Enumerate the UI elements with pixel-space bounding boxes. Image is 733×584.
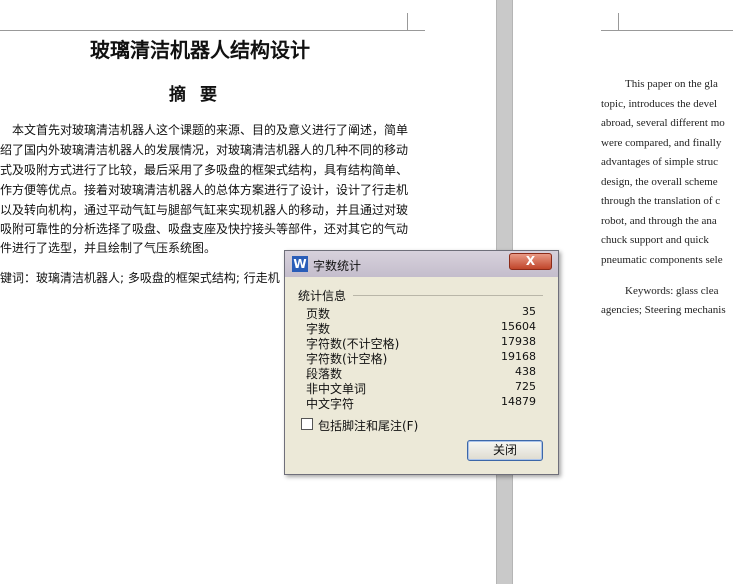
abstract-heading: 摘要 <box>169 85 231 105</box>
group-divider <box>353 295 543 296</box>
stat-row-chinese-chars: 中文字符 14879 <box>306 395 536 411</box>
english-keywords-line: agencies; Steering mechanis <box>601 304 726 316</box>
keywords-line: 关键词：玻璃清洁机器人; 多吸盘的框架式结构; 行走机 <box>0 271 280 285</box>
english-abstract-line: were compared, and finally <box>601 137 722 149</box>
abstract-line: 操作方便等优点。接着对玻璃清洁机器人的总体方案进行了设计，设计了行走机 <box>0 183 409 197</box>
stat-value: 17938 <box>501 335 536 348</box>
stat-value: 35 <box>522 305 536 318</box>
abstract-line: 本文首先对玻璃清洁机器人这个课题的来源、目的及意义进行了阐述，简单 <box>12 123 409 137</box>
word-count-dialog: W 字数统计 X 统计信息 页数 35 字数 15604 字符数(不计空格) 1… <box>284 250 559 475</box>
abstract-line: 介绍了国内外玻璃清洁机器人的发展情况，对玻璃清洁机器人的几种不同的移动 <box>0 143 409 157</box>
english-keywords-line: Keywords: glass clea <box>625 285 719 297</box>
close-icon[interactable]: X <box>509 253 552 270</box>
stat-value: 14879 <box>501 395 536 408</box>
english-abstract-line: advantages of simple struc <box>601 156 718 168</box>
dialog-title: 字数统计 <box>313 259 362 273</box>
document-title: 玻璃清洁机器人结构设计 <box>90 38 310 62</box>
page-margin-line-right <box>618 30 733 31</box>
wps-writer-icon: W <box>292 256 308 272</box>
include-footnotes-label[interactable]: 包括脚注和尾注(F) <box>318 417 418 434</box>
english-abstract-line: This paper on the gla <box>625 78 718 90</box>
abstract-line: 璃吸附可靠性的分析选择了吸盘、吸盘支座及快拧接头等部件，还对其它的气动 <box>0 222 409 236</box>
english-abstract-line: through the translation of c <box>601 195 721 207</box>
stat-row-pages: 页数 35 <box>306 305 536 321</box>
abstract-line: 方式及吸附方式进行了比较，最后采用了多吸盘的框架式结构，具有结构简单、 <box>0 163 409 177</box>
english-abstract-line: robot, and through the ana <box>601 215 717 227</box>
stat-label: 中文字符 <box>306 397 355 411</box>
english-abstract-line: design, the overall scheme <box>601 176 718 188</box>
english-abstract-line: topic, introduces the devel <box>601 98 718 110</box>
stat-value: 725 <box>515 380 536 393</box>
stat-row-words: 字数 15604 <box>306 320 536 336</box>
page-margin-line-left <box>0 30 408 31</box>
stat-row-non-chinese-words: 非中文单词 725 <box>306 380 536 396</box>
stat-row-chars-no-spaces: 字符数(不计空格) 17938 <box>306 335 536 351</box>
close-button[interactable]: 关闭 <box>467 440 543 461</box>
include-footnotes-checkbox[interactable] <box>301 418 313 430</box>
stat-row-paragraphs: 段落数 438 <box>306 365 536 381</box>
dialog-titlebar[interactable]: W 字数统计 X <box>285 251 558 277</box>
abstract-line: 构以及转向机构，通过平动气缸与腿部气缸来实现机器人的移动，并且通过对玻 <box>0 203 409 217</box>
margin-corner-mark-right <box>601 13 619 31</box>
stat-value: 15604 <box>501 320 536 333</box>
english-abstract-line: abroad, several different mo <box>601 117 725 129</box>
english-abstract-line: chuck support and quick <box>601 234 709 246</box>
english-abstract-line: pneumatic components sele <box>601 254 723 266</box>
stat-row-chars-with-spaces: 字符数(计空格) 19168 <box>306 350 536 366</box>
stats-group-label: 统计信息 <box>298 289 347 303</box>
margin-corner-mark-left <box>407 13 425 31</box>
abstract-line: 元件进行了选型，并且绘制了气压系统图。 <box>0 241 217 255</box>
stat-value: 19168 <box>501 350 536 363</box>
stat-value: 438 <box>515 365 536 378</box>
